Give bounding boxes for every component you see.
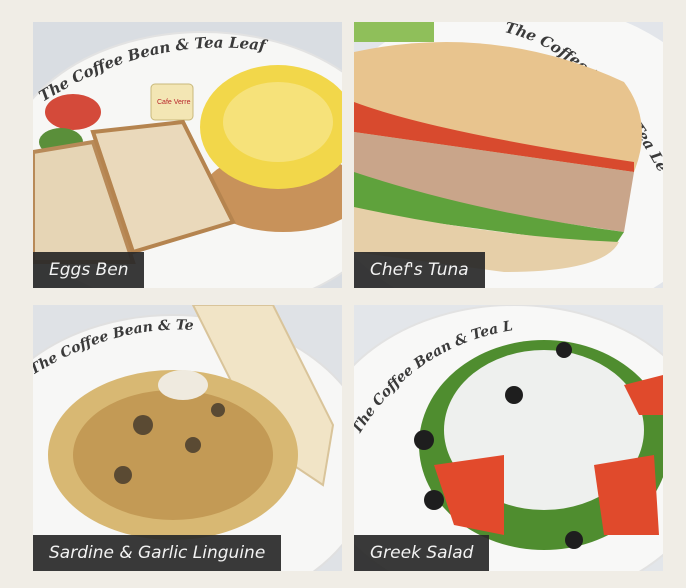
menu-card-caption: Greek Salad: [354, 535, 490, 571]
greek-salad-photo: The Coffee Bean & Tea Leaf: [354, 305, 663, 571]
menu-card-caption: Chef's Tuna: [354, 252, 485, 288]
menu-card-eggs-ben[interactable]: The Coffee Bean & Tea Leaf Cafe Verre Eg…: [33, 22, 342, 288]
eggs-ben-photo: The Coffee Bean & Tea Leaf Cafe Verre: [33, 22, 342, 288]
svg-text:Cafe Verre: Cafe Verre: [157, 99, 191, 106]
menu-card-caption: Eggs Ben: [33, 252, 145, 288]
menu-card-chefs-tuna[interactable]: The Coffee Bean & Tea Leaf Chef's Tuna: [354, 22, 663, 288]
menu-card-caption: Sardine & Garlic Linguine: [33, 535, 282, 571]
menu-grid: The Coffee Bean & Tea Leaf Cafe Verre Eg…: [0, 0, 686, 588]
menu-card-greek-salad[interactable]: The Coffee Bean & Tea Leaf Greek Salad: [354, 305, 663, 571]
menu-card-sardine-garlic-linguine[interactable]: The Coffee Bean & Tea Leaf Sardine & Gar…: [33, 305, 342, 571]
chefs-tuna-photo: The Coffee Bean & Tea Leaf: [354, 22, 663, 288]
sardine-linguine-photo: The Coffee Bean & Tea Leaf: [33, 305, 342, 571]
